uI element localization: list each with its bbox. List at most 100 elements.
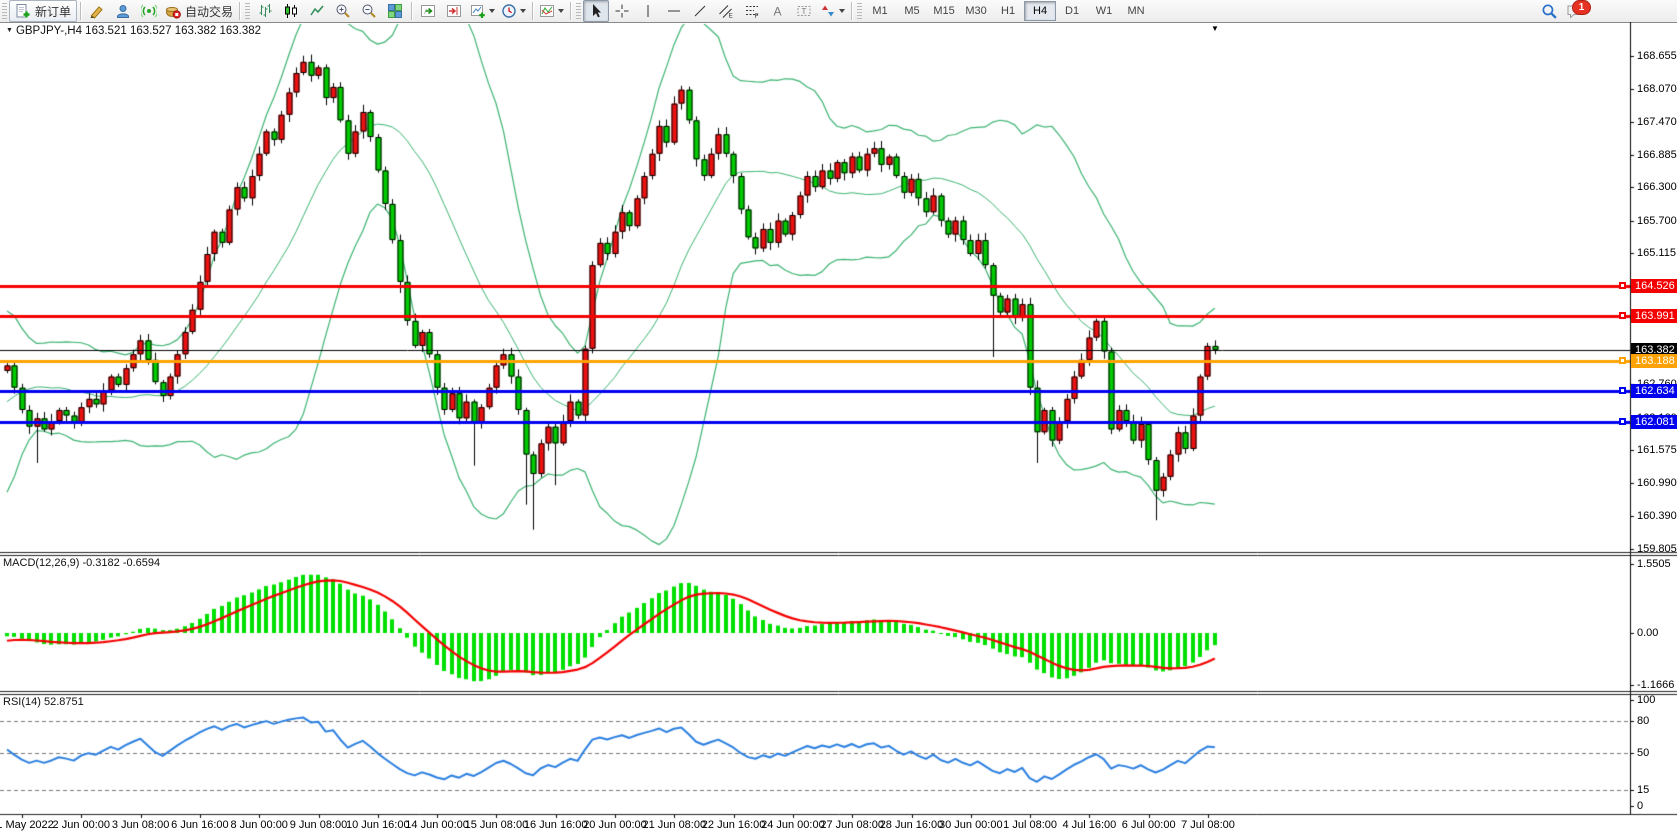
zoom-out-button[interactable] — [356, 0, 382, 22]
periods-button[interactable] — [498, 0, 529, 22]
text-label-tool-button[interactable]: T — [791, 0, 817, 22]
separator — [570, 2, 571, 20]
price-level-tag[interactable]: 162.081 — [1631, 415, 1677, 429]
timeframe-button-m30[interactable]: M30 — [960, 1, 992, 21]
new-chart-icon — [470, 3, 486, 19]
text-label-icon: T — [796, 3, 812, 19]
community-button[interactable] — [110, 0, 136, 22]
timeframe-button-w1[interactable]: W1 — [1088, 1, 1120, 21]
toolbar-grip — [576, 3, 581, 19]
line-chart-button[interactable] — [304, 0, 330, 22]
cursor-arrow-icon — [588, 3, 604, 19]
cursor-tool-button[interactable] — [583, 0, 609, 22]
zoom-out-icon — [361, 3, 377, 19]
auto-scroll-icon — [420, 3, 436, 19]
fibonacci-tool-button[interactable]: F — [739, 0, 765, 22]
separator — [532, 2, 533, 20]
line-chart-icon — [309, 3, 325, 19]
zoom-in-icon — [335, 3, 351, 19]
tile-windows-icon — [387, 3, 403, 19]
text-icon: A — [770, 3, 786, 19]
new-order-label: 新订单 — [35, 3, 71, 20]
arrows-icon — [820, 3, 836, 19]
indicators-icon — [539, 3, 555, 19]
timeframe-button-m5[interactable]: M5 — [896, 1, 928, 21]
trendline-tool-button[interactable] — [687, 0, 713, 22]
auto-scroll-button[interactable] — [415, 0, 441, 22]
styler-button[interactable] — [84, 0, 110, 22]
timeframe-button-mn[interactable]: MN — [1120, 1, 1152, 21]
svg-text:T: T — [802, 7, 807, 16]
horizontal-line-icon — [666, 3, 682, 19]
indicators-button[interactable] — [536, 0, 567, 22]
vertical-line-icon — [640, 3, 656, 19]
level-line-handle[interactable] — [1619, 387, 1626, 394]
timeframe-button-m15[interactable]: M15 — [928, 1, 960, 21]
ohlc-bars-icon — [257, 3, 273, 19]
trendline-icon — [692, 3, 708, 19]
crosshair-icon — [614, 3, 630, 19]
vertical-line-tool-button[interactable] — [635, 0, 661, 22]
toolbar-grip — [245, 3, 250, 19]
separator — [239, 2, 240, 20]
chart-shift-icon — [446, 3, 462, 19]
main-toolbar: 新订单 自动交易 E F A T M1M5M15M30H1H4D1W1MN — [0, 0, 1677, 23]
autotrade-icon — [165, 3, 181, 19]
search-icon — [1541, 3, 1558, 20]
search-button[interactable] — [1536, 0, 1562, 22]
autotrade-label: 自动交易 — [185, 3, 233, 20]
level-line-handle[interactable] — [1619, 418, 1626, 425]
separator — [411, 2, 412, 20]
text-tool-button[interactable]: A — [765, 0, 791, 22]
price-level-tag[interactable]: 163.188 — [1631, 354, 1677, 368]
svg-text:A: A — [774, 5, 782, 19]
mt4-terminal-window: { "toolbar": { "new_order_label": "新订单",… — [0, 0, 1677, 833]
timeframe-button-h4[interactable]: H4 — [1024, 1, 1056, 21]
signals-button[interactable] — [136, 0, 162, 22]
zoom-in-button[interactable] — [330, 0, 356, 22]
new-order-icon — [15, 3, 31, 19]
horizontal-line-tool-button[interactable] — [661, 0, 687, 22]
fibonacci-icon: F — [744, 3, 760, 19]
dropdown-caret — [558, 9, 564, 13]
price-chart-canvas[interactable] — [0, 22, 1677, 833]
candlestick-icon — [283, 3, 299, 19]
candlestick-chart-button[interactable] — [278, 0, 304, 22]
channel-tool-button[interactable]: E — [713, 0, 739, 22]
notification-badge: 1 — [1572, 0, 1591, 15]
timeframe-button-m1[interactable]: M1 — [864, 1, 896, 21]
dropdown-caret — [839, 9, 845, 13]
arrows-tool-button[interactable] — [817, 0, 848, 22]
price-level-tag[interactable]: 164.526 — [1631, 279, 1677, 293]
toolbar-right-icons: 1 — [1536, 0, 1588, 22]
clock-icon — [501, 3, 517, 19]
svg-text:F: F — [755, 13, 759, 19]
svg-text:E: E — [729, 13, 734, 20]
autotrade-button[interactable]: 自动交易 — [162, 0, 236, 22]
dropdown-caret — [489, 9, 495, 13]
level-line-handle[interactable] — [1619, 282, 1626, 289]
timeframe-button-h1[interactable]: H1 — [992, 1, 1024, 21]
bar-chart-button[interactable] — [252, 0, 278, 22]
new-chart-button[interactable] — [467, 0, 498, 22]
notifications-button[interactable]: 1 — [1562, 0, 1588, 22]
community-person-icon — [115, 3, 131, 19]
signals-radio-icon — [141, 3, 157, 19]
timeframe-button-d1[interactable]: D1 — [1056, 1, 1088, 21]
separator — [80, 2, 81, 20]
timeframe-toolbar: M1M5M15M30H1H4D1W1MN — [864, 1, 1152, 21]
separator — [851, 2, 852, 20]
dropdown-caret — [520, 9, 526, 13]
price-level-tag[interactable]: 163.991 — [1631, 309, 1677, 323]
level-line-handle[interactable] — [1619, 357, 1626, 364]
level-line-handle[interactable] — [1619, 312, 1626, 319]
crayon-icon — [89, 3, 105, 19]
crosshair-tool-button[interactable] — [609, 0, 635, 22]
new-order-button[interactable]: 新订单 — [9, 0, 77, 22]
equidistant-channel-icon: E — [718, 3, 734, 19]
price-level-tag[interactable]: 162.634 — [1631, 384, 1677, 398]
toolbar-grip — [2, 3, 7, 19]
chart-shift-button[interactable] — [441, 0, 467, 22]
tile-windows-button[interactable] — [382, 0, 408, 22]
toolbar-grip — [857, 3, 862, 19]
